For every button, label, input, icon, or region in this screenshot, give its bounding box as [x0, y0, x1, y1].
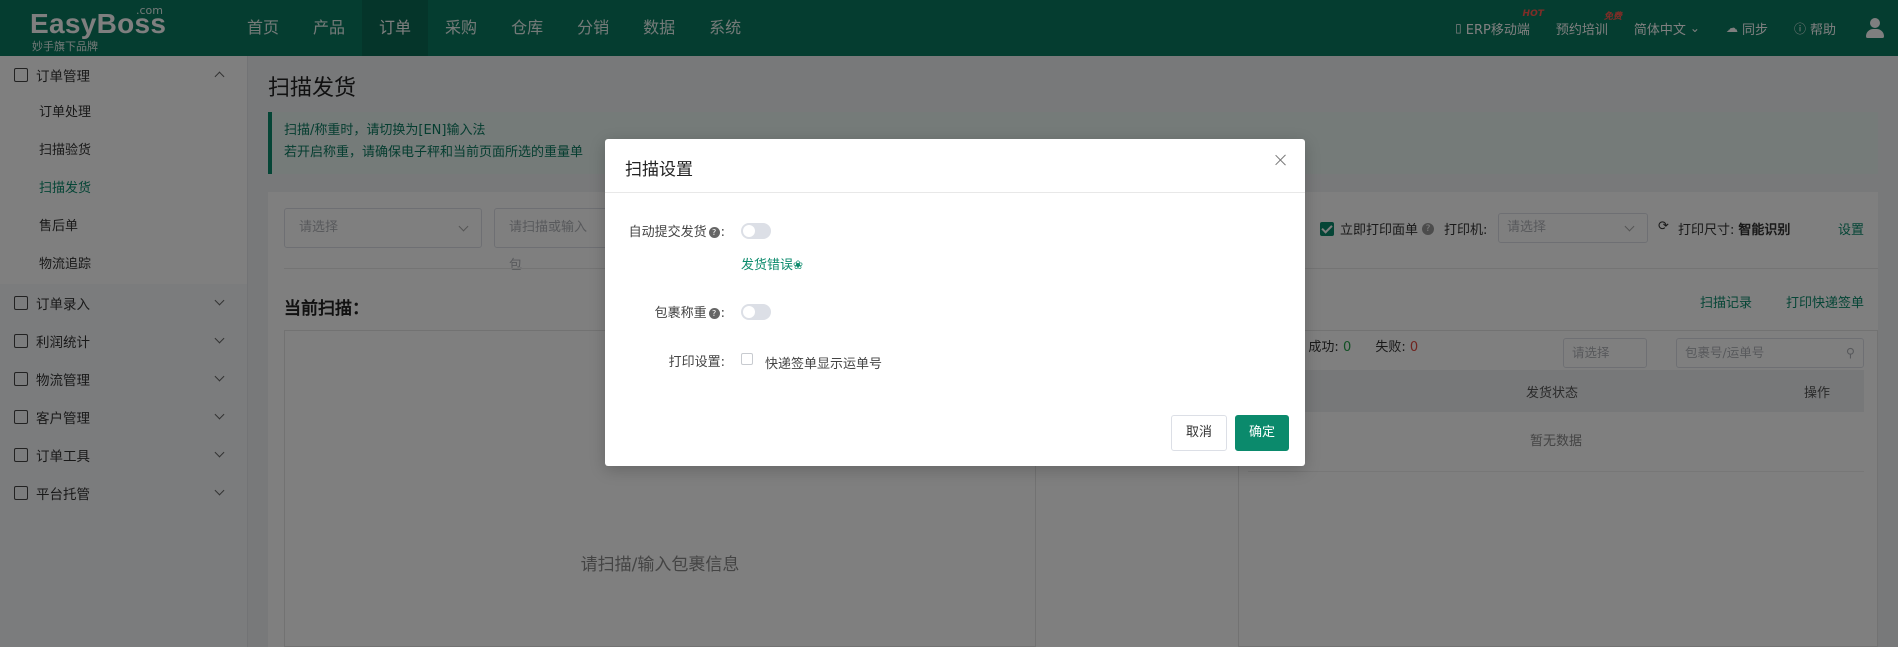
show-tracking-label[interactable]: 快递签单显示运单号 — [765, 353, 882, 372]
shipping-error-link[interactable]: 发货错误❀ — [741, 254, 803, 273]
confirm-button[interactable]: 确定 — [1235, 415, 1289, 451]
auto-submit-switch[interactable] — [741, 223, 771, 239]
close-icon[interactable] — [1273, 153, 1289, 169]
question-icon: ? — [708, 227, 720, 238]
show-tracking-checkbox[interactable] — [741, 353, 753, 365]
print-settings-label: 打印设置: — [668, 355, 725, 370]
weigh-switch[interactable] — [741, 304, 771, 320]
question-icon: ? — [708, 308, 720, 319]
dialog-header: 扫描设置 — [605, 139, 1305, 193]
cancel-button[interactable]: 取消 — [1171, 415, 1227, 451]
shipping-error-text: 发货错误 — [741, 258, 794, 273]
dialog-title: 扫描设置 — [625, 160, 693, 180]
weigh-text: 包裹称重 — [654, 306, 707, 321]
gear-icon: ❀ — [793, 258, 804, 272]
scan-settings-dialog: 扫描设置 自动提交发货?: 发货错误❀ 包裹称重?: 打印设置: 快递签单显示运… — [605, 139, 1305, 466]
weigh-label: 包裹称重?: — [654, 306, 725, 321]
auto-submit-label: 自动提交发货?: — [628, 225, 725, 240]
auto-submit-text: 自动提交发货 — [628, 225, 707, 240]
